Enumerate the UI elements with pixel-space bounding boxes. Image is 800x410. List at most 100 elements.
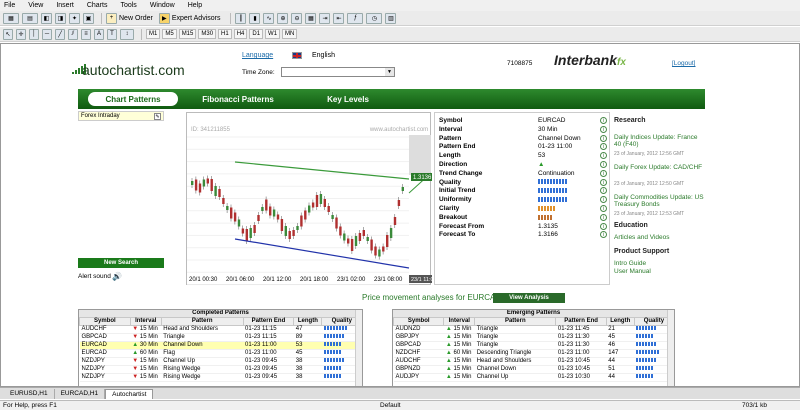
column-header[interactable]: Interval: [443, 317, 476, 326]
column-header[interactable]: Interval: [129, 317, 162, 326]
column-header[interactable]: Length: [605, 317, 635, 326]
timeframe-h1[interactable]: H1: [218, 29, 232, 39]
research-item-link[interactable]: Daily Commodities Update: US Treasury Bo…: [614, 194, 706, 208]
periods-icon[interactable]: ◷: [366, 12, 383, 24]
label-icon[interactable]: T: [107, 28, 117, 40]
menu-tools[interactable]: Tools: [120, 2, 136, 9]
navigator-icon[interactable]: ✦: [69, 12, 80, 24]
fibonacci-icon[interactable]: ≡: [81, 28, 91, 40]
table-row[interactable]: NZDCHF ▲ 60 Min Descending Triangle 01-23 1…: [393, 349, 674, 358]
timeframe-m15[interactable]: M15: [178, 29, 197, 39]
data-window-icon[interactable]: ◨: [55, 12, 66, 24]
table-row[interactable]: NZDJPY ▼ 15 Min Rising Wedge 01-23 09:45 38: [79, 373, 362, 382]
table-row[interactable]: AUDCHF ▲ 15 Min Head and Shoulders 01-23 10…: [393, 357, 674, 366]
new-search-button[interactable]: New Search: [78, 258, 164, 268]
new-chart-icon[interactable]: ▦: [3, 12, 19, 24]
tab-chart-patterns[interactable]: Chart Patterns: [88, 92, 178, 106]
line-chart-icon[interactable]: ∿: [263, 12, 275, 24]
info-help-icon[interactable]: i: [600, 117, 607, 124]
tab-eurusd-h1[interactable]: EURUSD,H1: [4, 388, 55, 399]
indicators-icon[interactable]: ƒ: [347, 12, 364, 24]
crosshair-icon[interactable]: ✛: [16, 28, 26, 40]
info-help-icon[interactable]: i: [600, 152, 607, 160]
arrows-icon[interactable]: ↕: [120, 28, 134, 40]
intro-guide-link[interactable]: Intro Guide: [614, 260, 646, 267]
articles-link[interactable]: Articles and Videos: [614, 234, 670, 241]
market-watch-icon[interactable]: ◧: [41, 12, 52, 24]
research-item-link[interactable]: Daily Indices Update: France 40 (F40): [614, 134, 706, 148]
info-help-icon[interactable]: i: [600, 213, 607, 221]
info-help-icon[interactable]: i: [600, 143, 607, 151]
column-header[interactable]: Symbol: [393, 317, 445, 326]
info-help-icon[interactable]: i: [600, 231, 607, 239]
menu-view[interactable]: View: [28, 2, 43, 9]
info-help-icon[interactable]: i: [600, 134, 607, 142]
channel-icon[interactable]: ⫽: [68, 28, 78, 40]
info-help-icon[interactable]: i: [600, 187, 607, 195]
timeframe-d1[interactable]: D1: [249, 29, 264, 39]
info-help-icon[interactable]: i: [600, 161, 607, 168]
expert-advisors-button[interactable]: ▶ Expert Advisors: [158, 12, 220, 24]
horizontal-line-icon[interactable]: ─: [42, 28, 52, 40]
table-row[interactable]: GBPJPY ▲ 15 Min Triangle 01-23 11:30 45: [393, 333, 674, 342]
info-help-icon[interactable]: i: [600, 178, 607, 186]
column-header[interactable]: Pattern End: [555, 317, 607, 326]
completed-scrollbar[interactable]: [355, 310, 362, 386]
info-help-icon[interactable]: i: [600, 205, 607, 212]
column-header[interactable]: Pattern End: [242, 317, 295, 326]
edit-icon[interactable]: ✎: [154, 113, 161, 120]
menu-insert[interactable]: Insert: [56, 2, 74, 9]
chart-shift-icon[interactable]: ⇤: [333, 12, 345, 24]
tile-icon[interactable]: ▦: [305, 12, 317, 24]
terminal-icon[interactable]: ▣: [83, 12, 94, 24]
emerging-scrollbar[interactable]: [667, 310, 674, 386]
tab-fibonacci-patterns[interactable]: Fibonacci Patterns: [188, 92, 288, 106]
info-help-icon[interactable]: i: [600, 169, 607, 177]
table-row[interactable]: EURCAD ▲ 60 Min Flag 01-23 11:00 45: [79, 349, 362, 358]
speaker-icon[interactable]: 🔊: [112, 272, 122, 281]
trendline-icon[interactable]: ╱: [55, 28, 65, 40]
candlestick-icon[interactable]: ▮: [249, 12, 261, 24]
table-row[interactable]: NZDJPY ▼ 15 Min Channel Up 01-23 09:45 38: [79, 357, 362, 366]
bar-chart-icon[interactable]: ┃: [235, 12, 247, 24]
tab-autochartist[interactable]: Autochartist: [105, 388, 154, 399]
table-row[interactable]: NZDJPY ▼ 15 Min Rising Wedge 01-23 09:45 38: [79, 365, 362, 374]
table-row[interactable]: GBPCAD ▼ 15 Min Triangle 01-23 11:15 89: [79, 333, 362, 342]
menu-window[interactable]: Window: [150, 2, 175, 9]
table-row[interactable]: AUDJPY ▲ 15 Min Channel Up 01-23 10:30 44: [393, 373, 674, 382]
menu-file[interactable]: File: [4, 2, 15, 9]
timeframe-m5[interactable]: M5: [162, 29, 177, 39]
timeframe-m30[interactable]: M30: [198, 29, 217, 39]
timezone-select[interactable]: ▼: [281, 67, 395, 77]
table-row[interactable]: GBPNZD ▲ 15 Min Channel Down 01-23 10:45 51: [393, 365, 674, 374]
menu-help[interactable]: Help: [188, 2, 202, 9]
templates-icon[interactable]: ▥: [385, 12, 397, 24]
view-analysis-button[interactable]: View Analysis: [493, 293, 565, 303]
vertical-line-icon[interactable]: │: [29, 28, 39, 40]
timeframe-m1[interactable]: M1: [146, 29, 161, 39]
autoscroll-icon[interactable]: ⇥: [319, 12, 331, 24]
timeframe-h4[interactable]: H4: [233, 29, 248, 39]
tab-eurcad-h1[interactable]: EURCAD,H1: [55, 388, 106, 399]
new-order-button[interactable]: + New Order: [106, 12, 153, 24]
zoom-in-icon[interactable]: ⊕: [277, 12, 289, 24]
language-link[interactable]: Language: [242, 52, 273, 59]
table-row[interactable]: AUDCHF ▼ 15 Min Head and Shoulders 01-23 11…: [79, 325, 362, 334]
logout-link[interactable]: [Logout]: [672, 60, 696, 67]
timeframe-w1[interactable]: W1: [265, 29, 281, 39]
tab-key-levels[interactable]: Key Levels: [308, 92, 388, 106]
table-row[interactable]: GBPCAD ▲ 15 Min Triangle 01-23 11:30 46: [393, 341, 674, 350]
table-row[interactable]: EURCAD ▲ 30 Min Channel Down 01-23 11:00 53: [79, 341, 362, 350]
menu-charts[interactable]: Charts: [87, 2, 108, 9]
column-header[interactable]: Pattern: [160, 317, 244, 326]
info-help-icon[interactable]: i: [600, 222, 607, 230]
timeframe-mn[interactable]: MN: [282, 29, 298, 39]
info-help-icon[interactable]: i: [600, 196, 607, 204]
text-icon[interactable]: A: [94, 28, 104, 40]
cursor-icon[interactable]: ↖: [3, 28, 13, 40]
profiles-icon[interactable]: ▤: [22, 12, 38, 24]
user-manual-link[interactable]: User Manual: [614, 268, 651, 275]
column-header[interactable]: Symbol: [79, 317, 131, 326]
column-header[interactable]: Length: [293, 317, 323, 326]
zoom-out-icon[interactable]: ⊖: [291, 12, 303, 24]
